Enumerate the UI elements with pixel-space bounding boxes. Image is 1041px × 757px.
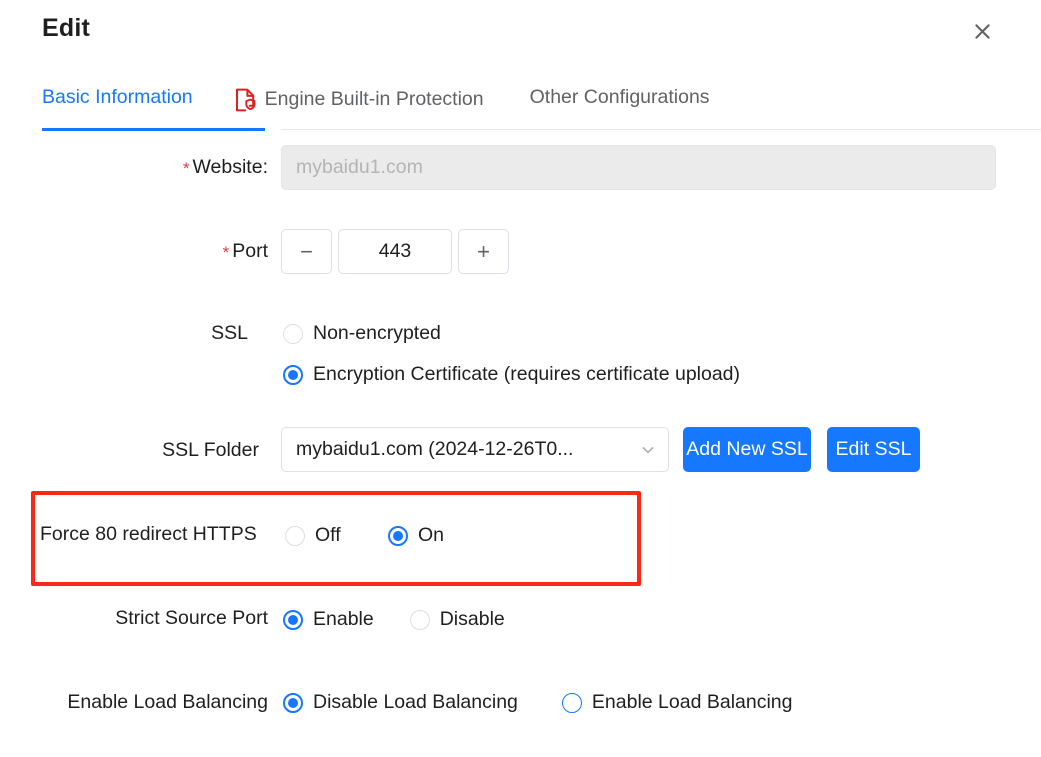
radio-enable-load-balancing-label: Enable Load Balancing [591, 691, 793, 713]
radio-icon-unchecked [409, 609, 430, 630]
radio-ssl-encryption-certificate[interactable]: Encryption Certificate (requires certifi… [283, 363, 740, 386]
radio-ssl-non-encrypted[interactable]: Non-encrypted [283, 322, 441, 345]
port-label-text: Port [232, 240, 268, 262]
port-label: * Port [40, 240, 268, 263]
add-new-ssl-button[interactable]: Add New SSL [683, 427, 811, 472]
ssl-folder-select[interactable]: mybaidu1.com (2024-12-26T0... [281, 427, 669, 472]
active-tab-indicator [42, 128, 265, 131]
radio-icon-checked [388, 525, 408, 546]
tab-basic-information[interactable]: Basic Information [42, 86, 193, 110]
chevron-down-icon [640, 442, 656, 458]
dialog-header: Edit [0, 0, 1041, 62]
close-button[interactable] [969, 18, 995, 44]
radio-icon-checked [283, 364, 303, 385]
tab-basic-information-label: Basic Information [42, 86, 193, 108]
radio-strict-source-port-enable[interactable]: Enable [283, 608, 374, 631]
page-title: Edit [42, 14, 91, 42]
load-balancing-options: Disable Load Balancing Enable Load Balan… [283, 691, 793, 714]
radio-force-80-off[interactable]: Off [285, 524, 341, 547]
port-stepper: − + [281, 229, 509, 274]
tab-engine-built-in-protection[interactable]: Engine Built-in Protection [235, 88, 484, 114]
website-input[interactable] [281, 145, 996, 190]
radio-enable-load-balancing[interactable]: Enable Load Balancing [561, 691, 793, 714]
tab-engine-built-in-protection-label: Engine Built-in Protection [264, 88, 484, 111]
strict-source-port-label: Strict Source Port [115, 607, 268, 629]
radio-strict-source-port-enable-label: Enable [313, 608, 374, 630]
edit-ssl-button[interactable]: Edit SSL [827, 427, 920, 472]
website-label-text: Website: [192, 156, 268, 178]
radio-ssl-encryption-certificate-label: Encryption Certificate (requires certifi… [313, 363, 741, 385]
required-marker: * [182, 159, 190, 178]
tab-bar-divider [281, 129, 1041, 130]
strict-source-port-options: Enable Disable [283, 608, 505, 631]
force-80-redirect-off-wrapper: Off [285, 524, 341, 547]
tab-other-configurations-label: Other Configurations [529, 86, 710, 108]
force-80-redirect-label: Force 80 redirect HTTPS [40, 523, 257, 545]
ssl-folder-label: SSL Folder [162, 439, 259, 461]
radio-force-80-off-label: Off [315, 524, 341, 546]
ssl-folder-selected-value: mybaidu1.com (2024-12-26T0... [296, 438, 574, 460]
website-label: * Website: [40, 156, 268, 179]
close-icon [974, 23, 991, 40]
required-marker: * [222, 243, 230, 262]
radio-icon-checked [283, 609, 303, 630]
radio-icon-checked [283, 692, 303, 713]
radio-force-80-on-label: On [418, 524, 445, 546]
port-increment-button[interactable]: + [458, 229, 509, 274]
document-shield-icon [235, 88, 256, 112]
ssl-label: SSL [211, 322, 248, 344]
port-input[interactable] [338, 229, 452, 274]
force-80-redirect-on-wrapper: On [388, 524, 444, 547]
radio-strict-source-port-disable[interactable]: Disable [409, 608, 505, 631]
radio-disable-load-balancing[interactable]: Disable Load Balancing [283, 691, 518, 714]
radio-icon-unchecked [561, 692, 582, 713]
port-decrement-button[interactable]: − [281, 229, 332, 274]
ssl-option-group-row-2: Encryption Certificate (requires certifi… [283, 363, 740, 386]
radio-icon-unchecked [283, 323, 303, 344]
radio-force-80-on[interactable]: On [388, 524, 444, 547]
radio-ssl-non-encrypted-label: Non-encrypted [313, 322, 441, 344]
radio-disable-load-balancing-label: Disable Load Balancing [313, 691, 518, 713]
edit-ssl-button-label: Edit SSL [835, 438, 912, 460]
ssl-option-group-row-1: Non-encrypted [283, 322, 441, 345]
radio-strict-source-port-disable-label: Disable [439, 608, 505, 630]
load-balancing-label: Enable Load Balancing [67, 691, 268, 713]
tab-bar: Basic Information Engine Built-in Protec… [42, 86, 710, 132]
add-new-ssl-button-label: Add New SSL [686, 438, 808, 460]
tab-other-configurations[interactable]: Other Configurations [529, 86, 710, 110]
radio-icon-unchecked [285, 525, 305, 546]
